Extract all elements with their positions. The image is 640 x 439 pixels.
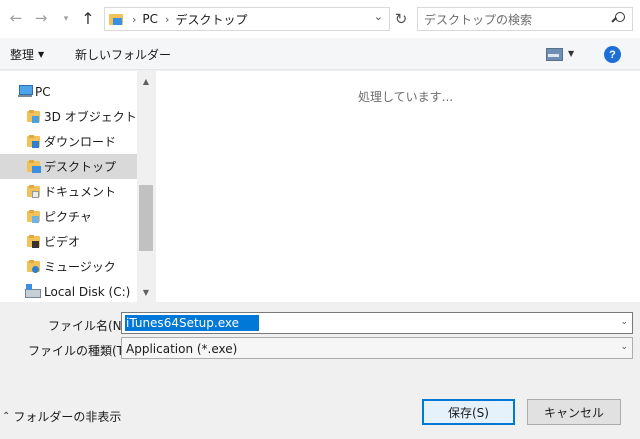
desktop-folder-icon [109,12,125,26]
organize-label: 整理 [10,48,35,62]
desktop-folder-icon [27,159,41,173]
nav-item-label: ドキュメント [44,185,117,199]
address-dropdown-chevron-icon[interactable]: ⌄ [374,10,383,23]
filetype-value: Application (*.exe) [126,342,238,356]
objects-3d-folder-icon [27,109,41,123]
address-bar-row: ← → ▾ ↑ › PC › デスクトップ ⌄ ↻ [0,0,640,38]
change-view-icon[interactable] [546,48,563,61]
save-form-area: ファイル名(N): ⌄ ファイルの種類(T): Application (*.e… [0,302,640,439]
search-box[interactable] [417,7,633,31]
nav-item-label: ミュージック [44,260,116,274]
up-arrow-icon[interactable]: ↑ [78,8,98,28]
hide-folders-toggle[interactable]: ⌃ フォルダーの非表示 [2,408,121,425]
file-list-pane[interactable]: 処理しています... [156,71,640,302]
filetype-dropdown-chevron-icon[interactable]: ⌄ [620,342,628,352]
local-disk-icon [25,284,41,298]
breadcrumb-pc[interactable]: PC [142,12,158,26]
nav-item-pictures[interactable]: ピクチャ [0,204,137,229]
scroll-up-arrow-icon[interactable]: ▲ [137,73,155,89]
pictures-folder-icon [27,209,41,223]
help-button[interactable]: ? [604,46,621,63]
scroll-down-arrow-icon[interactable]: ▼ [137,284,155,300]
navigation-scrollbar[interactable]: ▲ ▼ [137,71,155,302]
nav-item-label: デスクトップ [44,160,117,174]
search-icon[interactable] [611,12,625,26]
back-arrow-icon[interactable]: ← [6,8,26,28]
nav-item-3d-objects[interactable]: 3D オブジェクト [0,104,137,129]
breadcrumb-separator-icon[interactable]: › [165,13,169,26]
nav-item-pc[interactable]: PC [0,79,137,104]
nav-item-label: ピクチャ [44,210,92,224]
forward-arrow-icon[interactable]: → [31,8,51,28]
filetype-label: ファイルの種類(T): [28,344,133,358]
hide-folders-label: フォルダーの非表示 [13,410,122,424]
view-options-caret-icon[interactable]: ▼ [568,49,574,58]
new-folder-button[interactable]: 新しいフォルダー [75,46,171,63]
filename-input[interactable] [125,315,259,331]
scrollbar-thumb[interactable] [139,185,153,251]
filetype-select[interactable]: Application (*.exe) ⌄ [121,337,633,359]
refresh-icon[interactable]: ↻ [391,7,411,31]
breadcrumb-desktop[interactable]: デスクトップ [175,11,247,28]
filename-dropdown-chevron-icon[interactable]: ⌄ [620,317,628,327]
save-dialog: ← → ▾ ↑ › PC › デスクトップ ⌄ ↻ 整理▼ 新しいフォルダー ▼… [0,0,640,439]
nav-item-desktop[interactable]: デスクトップ [0,154,137,179]
music-folder-icon [27,259,41,273]
navigation-tree: PC 3D オブジェクト ダウンロード デスクトップ ドキュメント ピクチャ ビ… [0,71,137,302]
recent-locations-chevron-icon[interactable]: ▾ [56,9,76,29]
nav-item-label: ビデオ [44,235,81,249]
save-button[interactable]: 保存(S) [422,399,515,425]
filename-label: ファイル名(N): [48,319,131,333]
filename-combobox[interactable]: ⌄ [121,312,633,334]
videos-folder-icon [27,234,41,248]
nav-item-label: Local Disk (C:) [44,284,131,299]
nav-item-documents[interactable]: ドキュメント [0,179,137,204]
nav-item-label: 3D オブジェクト [44,110,137,124]
nav-item-label: PC [35,84,51,99]
chevron-up-icon: ⌃ [2,411,11,422]
downloads-folder-icon [27,134,41,148]
documents-folder-icon [27,184,41,198]
organize-caret-icon: ▼ [38,50,45,59]
address-box[interactable]: › PC › デスクトップ ⌄ [104,7,390,31]
navigation-pane: PC 3D オブジェクト ダウンロード デスクトップ ドキュメント ピクチャ ビ… [0,71,155,302]
cancel-button[interactable]: キャンセル [527,399,621,425]
nav-item-local-disk[interactable]: Local Disk (C:) [0,279,137,304]
breadcrumb-separator-icon[interactable]: › [132,13,136,26]
pc-icon [18,84,33,98]
nav-item-music[interactable]: ミュージック [0,254,137,279]
nav-item-videos[interactable]: ビデオ [0,229,137,254]
nav-item-downloads[interactable]: ダウンロード [0,129,137,154]
command-bar: 整理 ▼ 新しいフォルダー ▼ ? [0,38,640,70]
search-input[interactable] [424,11,604,28]
organize-button[interactable]: 整理 ▼ [10,46,44,63]
processing-status-text: 処理しています... [358,90,454,104]
nav-item-label: ダウンロード [44,135,117,149]
